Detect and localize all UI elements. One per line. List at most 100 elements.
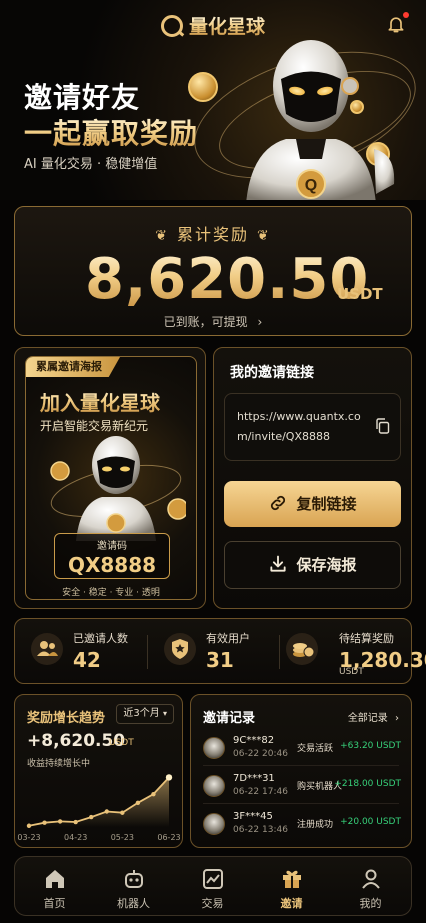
record-time: 06-22 17:46	[233, 787, 288, 797]
total-reward-amount: 8,620.50	[85, 247, 370, 312]
avatar	[203, 775, 225, 797]
trend-chart: 03-23 04-23 05-23 06-23	[17, 774, 181, 842]
trend-point	[57, 819, 63, 824]
invite-poster[interactable]: 累属邀请海报 加入量化星球 开启智能交易新纪元 邀请码 QX8888 安全 · …	[25, 356, 197, 600]
copy-link-button[interactable]: 复制链接	[224, 481, 401, 527]
record-row[interactable]: 9C***82 06-22 20:46 交易活跃 +63.20 USDT	[191, 733, 413, 769]
poster-title: 加入量化星球	[40, 387, 160, 416]
record-amount: +20.00 USDT	[340, 817, 401, 827]
poster-footer: 安全 · 稳定 · 专业 · 透明	[62, 588, 160, 598]
hero-title-line1: 邀请好友	[24, 81, 141, 114]
all-records-link[interactable]: 全部记录 ›	[348, 709, 399, 724]
brand-name: 量化星球	[188, 16, 265, 38]
shield-star-icon	[164, 633, 196, 665]
record-user: 7D***31	[233, 773, 275, 784]
record-action: 交易活跃	[297, 744, 334, 754]
trend-point	[42, 820, 47, 825]
record-amount: +218.00 USDT	[334, 779, 401, 789]
link-icon	[271, 495, 286, 511]
nav-invite[interactable]: 邀请	[252, 857, 331, 917]
stat-unit: USDT	[339, 667, 364, 677]
invite-link-text: https://www.quantx.com/invite/QX8888	[237, 410, 361, 443]
nav-label: 交易	[201, 897, 224, 910]
stats-card: 已邀请人数 42 有效用户 31 待结算奖励 1,280.30 USDT	[14, 618, 426, 685]
stat-pending-reward: 待结算奖励 1,280.30 USDT	[280, 619, 426, 685]
poster-code-label: 邀请码	[97, 541, 127, 552]
svg-text:Q: Q	[305, 177, 317, 194]
robot-icon	[125, 870, 143, 888]
record-divider	[203, 765, 399, 766]
avatar	[203, 813, 225, 835]
trend-point	[165, 774, 173, 781]
nav-label: 机器人	[117, 897, 150, 910]
robot-illustration: Q	[246, 40, 395, 200]
laurel-left-icon: ❦	[155, 228, 169, 244]
save-poster-button[interactable]: 保存海报	[224, 541, 401, 589]
nav-home[interactable]: 首页	[15, 857, 94, 917]
copy-icon[interactable]	[376, 418, 390, 434]
withdraw-link-label: 已到账，可提现	[163, 315, 248, 329]
trend-point	[104, 809, 109, 814]
trend-x-tick-label: 06-23	[157, 833, 180, 842]
poster-invite-code: QX8888	[67, 553, 157, 577]
trend-point	[73, 819, 78, 825]
trend-point	[89, 814, 94, 820]
stat-value: 31	[206, 648, 234, 672]
total-reward-card: ❦ 累计奖励 ❦ 8,620.50 USDT 已到账，可提现 ›	[14, 206, 412, 336]
hero-subtitle: AI 量化交易 · 稳健增值	[24, 157, 158, 172]
nav-label: 首页	[43, 897, 66, 910]
total-reward-label-row: ❦ 累计奖励 ❦	[15, 221, 411, 245]
poster-code-box: 邀请码 QX8888	[54, 533, 170, 579]
hero-banner: Q 量化星球 邀请好友 一起赢取奖励 AI 量化交易 · 稳健增值	[0, 0, 426, 200]
total-reward-label: 累计奖励	[176, 225, 249, 244]
nav-label: 我的	[359, 897, 382, 910]
users-icon	[31, 633, 63, 665]
record-time: 06-22 20:46	[233, 749, 288, 759]
record-user: 3F***45	[233, 811, 273, 822]
record-action: 注册成功	[297, 820, 334, 830]
invite-link-box[interactable]: https://www.quantx.com/invite/QX8888	[224, 393, 401, 461]
hero-title: 邀请好友 一起赢取奖励	[24, 80, 198, 152]
copy-link-label: 复制链接	[296, 495, 357, 513]
trend-point	[151, 791, 156, 797]
records-title: 邀请记录	[203, 711, 256, 726]
nav-me[interactable]: 我的	[331, 857, 410, 917]
download-icon	[270, 555, 287, 572]
stat-label: 待结算奖励	[339, 632, 394, 645]
trend-point	[135, 800, 141, 806]
hero-title-line2: 一起赢取奖励	[24, 117, 199, 150]
record-user: 9C***82	[233, 735, 275, 746]
poster-robot-illustration	[50, 436, 186, 541]
brand-header: 量化星球	[0, 12, 426, 39]
bottom-nav: 首页 机器人 交易 邀请 我的	[14, 856, 412, 916]
record-divider	[203, 803, 399, 804]
user-icon	[362, 869, 380, 889]
brand-logo-icon	[160, 15, 183, 37]
withdraw-link[interactable]: 已到账，可提现 ›	[15, 313, 411, 330]
stat-valid-users: 有效用户 31	[148, 619, 278, 685]
chevron-right-icon: ›	[395, 713, 399, 724]
invite-link-card: 我的邀请链接 https://www.quantx.com/invite/QX8…	[213, 347, 412, 609]
record-time: 06-22 13:46	[233, 825, 288, 835]
invite-records-card: 邀请记录 全部记录 › 9C***82 06-22 20:46 交易活跃 +63…	[190, 694, 412, 848]
stat-label: 有效用户	[206, 632, 250, 645]
trend-x-tick-label: 04-23	[64, 833, 87, 842]
notification-badge	[403, 12, 409, 18]
total-reward-unit: USDT	[337, 285, 383, 303]
record-row[interactable]: 7D***31 06-22 17:46 购买机器人 +218.00 USDT	[191, 771, 413, 807]
trend-x-tick-label: 05-23	[111, 833, 134, 842]
nav-robot[interactable]: 机器人	[94, 857, 173, 917]
nav-label: 邀请	[280, 897, 303, 910]
stat-value: 42	[73, 648, 101, 672]
reward-trend-card: 奖励增长趋势 近3个月 ▾ +8,620.50 USDT 收益持续增长中 03-…	[14, 694, 183, 848]
nav-trade[interactable]: 交易	[173, 857, 252, 917]
invite-poster-card: 累属邀请海报 加入量化星球 开启智能交易新纪元 邀请码 QX8888 安全 · …	[14, 347, 206, 609]
laurel-right-icon: ❦	[257, 228, 271, 244]
gift-icon	[283, 870, 301, 888]
home-icon	[46, 870, 64, 888]
trend-x-tick-label: 03-23	[17, 833, 40, 842]
record-row[interactable]: 3F***45 06-22 13:46 注册成功 +20.00 USDT	[191, 809, 413, 845]
chevron-right-icon: ›	[257, 315, 263, 329]
poster-tag: 累属邀请海报	[26, 357, 120, 377]
all-records-label: 全部记录	[347, 713, 388, 724]
